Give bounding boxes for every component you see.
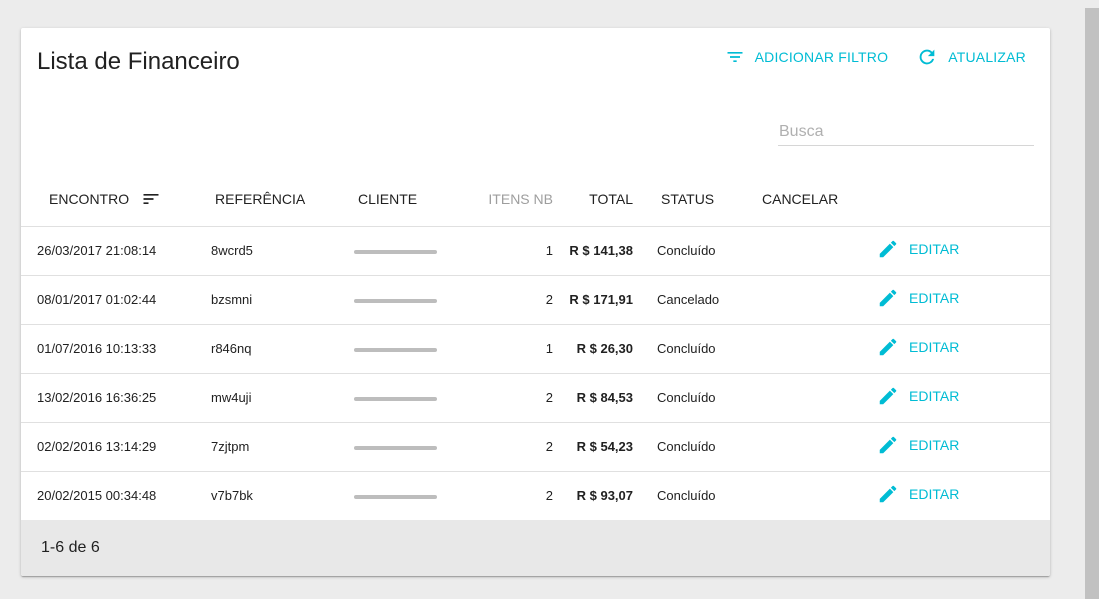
cell-date: 26/03/2017 21:08:14	[37, 226, 203, 276]
table-header-row: ENCONTRO REFERÊNCIA CLIENTE ITENS NB TOT…	[21, 173, 1050, 227]
cell-reference: 7zjtpm	[211, 422, 354, 472]
cell-total: R $ 141,38	[553, 226, 633, 276]
cell-items: 2	[473, 275, 553, 325]
cell-edit: EDITAR	[877, 373, 1050, 423]
client-placeholder-bar	[354, 445, 437, 450]
cell-reference: r846nq	[211, 324, 354, 374]
cell-status: Concluído	[657, 488, 716, 504]
cell-date: 01/07/2016 10:13:33	[37, 324, 203, 374]
cell-status: Cancelado	[657, 275, 758, 325]
cell-edit: EDITAR	[877, 471, 1050, 520]
cell-items: 2	[473, 373, 553, 423]
finance-list-card: Lista de Financeiro ADICIONAR FILTRO ATU…	[21, 28, 1050, 576]
pencil-icon	[879, 387, 897, 405]
cell-date: 08/01/2017 01:02:44	[37, 275, 203, 325]
edit-label: EDITAR	[909, 241, 960, 257]
cell-status: Concluído	[657, 422, 758, 472]
table-row: 20/02/2015 00:34:48 v7b7bk 2 R $ 93,07 C…	[21, 471, 1050, 520]
table-row: 26/03/2017 21:08:14 8wcrd5 1 R $ 141,38 …	[21, 226, 1050, 276]
cell-client	[354, 324, 469, 374]
client-placeholder-bar	[354, 494, 437, 499]
table-row: 13/02/2016 16:36:25 mw4uji 2 R $ 84,53 C…	[21, 373, 1050, 423]
refresh-label: ATUALIZAR	[948, 49, 1026, 65]
pagination-label: 1-6 de 6	[41, 539, 100, 556]
edit-button[interactable]: EDITAR	[877, 483, 959, 505]
edit-label: EDITAR	[909, 486, 960, 503]
cell-client	[354, 373, 469, 423]
edit-button[interactable]: EDITAR	[877, 385, 959, 407]
cell-reference: mw4uji	[211, 373, 354, 423]
finance-table: ENCONTRO REFERÊNCIA CLIENTE ITENS NB TOT…	[21, 173, 1050, 520]
cell-client	[354, 275, 469, 325]
page-scrollbar[interactable]	[1085, 8, 1099, 599]
client-placeholder-bar	[354, 298, 437, 303]
pencil-icon	[879, 485, 897, 503]
refresh-icon	[919, 49, 935, 65]
cell-total: R $ 54,23	[553, 422, 633, 472]
cell-edit: EDITAR	[877, 422, 1050, 472]
client-placeholder-bar	[354, 396, 437, 401]
table-row: 02/02/2016 13:14:29 7zjtpm 2 R $ 54,23 C…	[21, 422, 1050, 472]
table-row: 08/01/2017 01:02:44 bzsmni 2 R $ 171,91 …	[21, 275, 1050, 325]
cell-items: 1	[473, 324, 553, 374]
cell-total: R $ 171,91	[553, 275, 633, 325]
cell-client	[354, 471, 469, 520]
pencil-icon	[879, 289, 897, 307]
column-total[interactable]: TOTAL	[553, 173, 633, 227]
edit-button[interactable]: EDITAR	[877, 238, 959, 260]
pagination-footer: 1-6 de 6	[21, 520, 1050, 576]
page-title: Lista de Financeiro	[37, 48, 240, 75]
cell-date: 20/02/2015 00:34:48	[37, 488, 157, 504]
cell-reference: v7b7bk	[211, 488, 253, 504]
edit-label: EDITAR	[909, 290, 960, 306]
cell-edit: EDITAR	[877, 226, 1050, 276]
filter-list-icon	[727, 52, 743, 62]
edit-button[interactable]: EDITAR	[877, 434, 959, 456]
cell-client	[354, 226, 469, 276]
cell-reference: bzsmni	[211, 275, 354, 325]
edit-label: EDITAR	[909, 339, 960, 355]
cell-items: 2	[545, 488, 553, 504]
cell-items: 2	[473, 422, 553, 472]
column-status[interactable]: STATUS	[661, 173, 762, 227]
add-filter-button[interactable]: ADICIONAR FILTRO	[725, 44, 889, 70]
client-placeholder-bar	[354, 347, 437, 352]
cell-reference: 8wcrd5	[211, 226, 354, 276]
refresh-button[interactable]: ATUALIZAR	[916, 44, 1026, 70]
cell-items: 1	[473, 226, 553, 276]
cell-edit: EDITAR	[877, 275, 1050, 325]
column-encontro[interactable]: ENCONTRO	[49, 173, 215, 227]
pencil-icon	[879, 436, 897, 454]
cell-total: R $ 93,07	[576, 488, 633, 504]
column-cliente[interactable]: CLIENTE	[358, 173, 473, 227]
cell-status: Concluído	[657, 226, 758, 276]
edit-button[interactable]: EDITAR	[877, 336, 959, 358]
table-row: 01/07/2016 10:13:33 r846nq 1 R $ 26,30 C…	[21, 324, 1050, 374]
cell-status: Concluído	[657, 373, 758, 423]
cell-client	[354, 422, 469, 472]
add-filter-label: ADICIONAR FILTRO	[754, 49, 889, 65]
edit-button[interactable]: EDITAR	[877, 287, 959, 309]
table-body: 26/03/2017 21:08:14 8wcrd5 1 R $ 141,38 …	[21, 226, 1050, 520]
sort-icon	[143, 194, 159, 205]
column-encontro-label: ENCONTRO	[49, 191, 130, 208]
client-placeholder-bar	[354, 249, 437, 254]
edit-label: EDITAR	[909, 388, 960, 404]
cell-date: 13/02/2016 16:36:25	[37, 373, 203, 423]
edit-label: EDITAR	[909, 437, 960, 453]
cell-date: 02/02/2016 13:14:29	[37, 422, 203, 472]
column-itens: ITENS NB	[473, 173, 553, 227]
column-cancelar[interactable]: CANCELAR	[762, 173, 877, 227]
cell-total: R $ 26,30	[553, 324, 633, 374]
cell-edit: EDITAR	[877, 324, 1050, 374]
cell-status: Concluído	[657, 324, 758, 374]
pencil-icon	[879, 240, 897, 258]
pencil-icon	[879, 338, 897, 356]
column-referencia[interactable]: REFERÊNCIA	[215, 173, 358, 227]
toolbar-actions: ADICIONAR FILTRO ATUALIZAR	[725, 44, 1026, 70]
search-input[interactable]	[778, 118, 1034, 146]
cell-total: R $ 84,53	[553, 373, 633, 423]
